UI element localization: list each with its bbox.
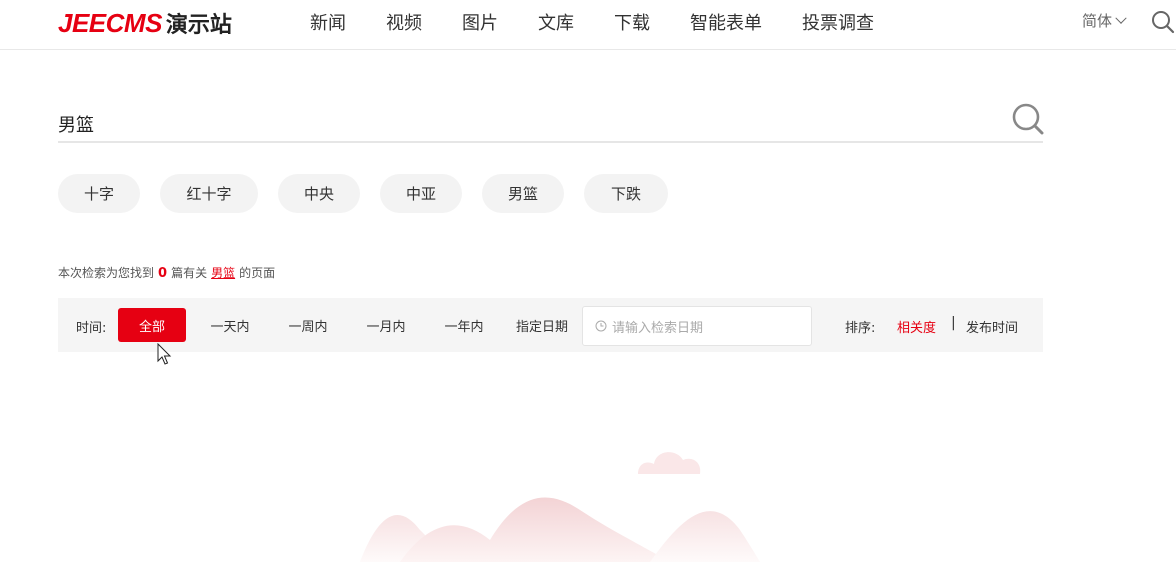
logo-subtitle: 演示站 [165,13,232,38]
filter-bar: 时间: 全部 一天内 一周内 一月内 一年内 指定日期 请输入检索日期 排序: … [58,298,1043,352]
tag-item[interactable]: 红十字 [160,174,258,213]
main-nav: 新闻 视频 图片 文库 下载 智能表单 投票调查 [290,0,894,44]
search-input[interactable] [58,110,998,138]
time-filter-day[interactable]: 一天内 [196,308,264,342]
summary-prefix: 本次检索为您找到 [58,266,155,280]
language-label: 简体 [1082,12,1113,30]
tag-item[interactable]: 中亚 [380,174,462,213]
tag-item[interactable]: 十字 [58,174,140,213]
result-count: 0 [158,266,168,281]
time-filter-year[interactable]: 一年内 [430,308,498,342]
time-filter-custom-date[interactable]: 指定日期 [508,308,576,342]
time-filter-month[interactable]: 一月内 [352,308,420,342]
search-icon[interactable] [1151,10,1175,34]
top-header: JEECMS 演示站 新闻 视频 图片 文库 下载 智能表单 投票调查 简体 [0,0,1176,50]
empty-state-illustration [360,452,760,562]
clock-icon [595,320,607,332]
date-input-placeholder: 请输入检索日期 [612,320,704,336]
sort-relevance[interactable]: 相关度 [897,317,936,336]
summary-suffix: 的页面 [239,266,276,280]
summary-keyword[interactable]: 男篮 [211,266,235,280]
time-filter-all[interactable]: 全部 [118,308,186,342]
chevron-down-icon [1115,12,1127,24]
sort-label: 排序: [845,321,876,336]
summary-middle: 篇有关 [171,266,208,280]
time-filter-label: 时间: [76,321,107,336]
language-selector[interactable]: 简体 [1082,10,1127,31]
tag-item[interactable]: 男篮 [482,174,564,213]
mouse-cursor-icon [157,343,172,365]
tag-item[interactable]: 下跌 [584,174,668,213]
date-input[interactable]: 请输入检索日期 [582,306,812,346]
sort-publish-time[interactable]: 发布时间 [966,317,1018,336]
tag-item[interactable]: 中央 [278,174,360,213]
hot-tags: 十字 红十字 中央 中亚 男篮 下跌 [58,174,688,213]
nav-item-download[interactable]: 下载 [614,9,650,35]
logo-brand-text: JEECMS [58,7,162,38]
nav-item-images[interactable]: 图片 [462,9,498,35]
search-submit-icon[interactable] [1011,102,1045,136]
search-bar [58,100,1045,143]
site-logo[interactable]: JEECMS 演示站 [58,6,232,40]
sort-divider: | [951,315,956,331]
nav-item-video[interactable]: 视频 [386,9,422,35]
result-summary: 本次检索为您找到 0 篇有关 男篮 的页面 [58,264,275,281]
nav-item-library[interactable]: 文库 [538,9,574,35]
nav-item-news[interactable]: 新闻 [310,9,346,35]
nav-item-smart-form[interactable]: 智能表单 [690,9,762,35]
nav-item-vote-survey[interactable]: 投票调查 [802,9,874,35]
time-filter-week[interactable]: 一周内 [274,308,342,342]
